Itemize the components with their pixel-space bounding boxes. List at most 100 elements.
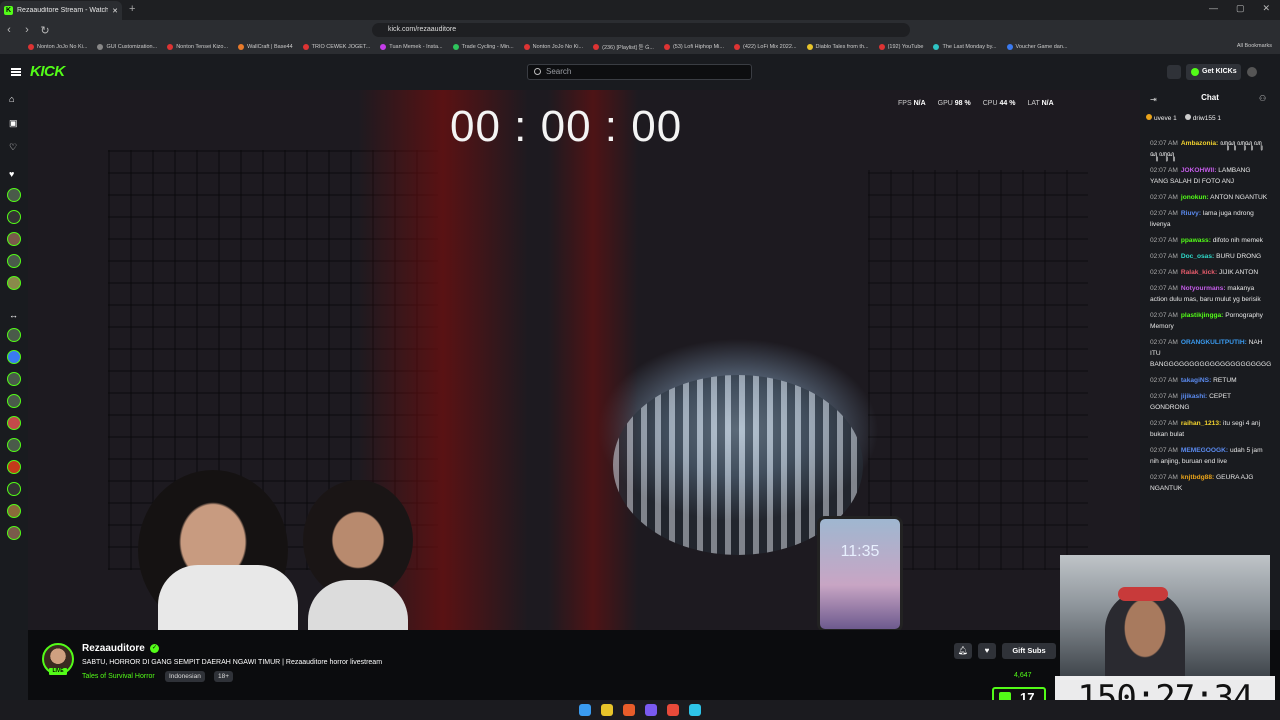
- follow-heart-icon[interactable]: ♥: [978, 643, 996, 659]
- followed-channel-avatar[interactable]: [7, 210, 21, 224]
- chat-users-icon[interactable]: ⚇: [1259, 94, 1266, 103]
- recommended-channel-avatar[interactable]: [7, 394, 21, 408]
- recommended-channel-avatar[interactable]: [7, 416, 21, 430]
- close-tab-icon[interactable]: ✕: [112, 7, 118, 15]
- bookmark-item[interactable]: (192) YouTube: [878, 44, 923, 50]
- start-icon[interactable]: [579, 704, 591, 716]
- tab-title: Rezaauditore Stream - Watch: [17, 7, 109, 14]
- chat-timestamp: 02:07 AM: [1150, 194, 1178, 201]
- bookmark-item[interactable]: Tuan Memek - Insta...: [380, 44, 443, 50]
- chat-timestamp: 02:07 AM: [1150, 167, 1178, 174]
- left-sidebar: ⌂ ▣ ♡ ♥ ↔: [0, 90, 28, 700]
- browse-icon[interactable]: ▣: [9, 118, 18, 129]
- maximize-icon[interactable]: ▢: [1236, 3, 1245, 14]
- bookmark-item[interactable]: TRIO CEWEK JOGET...: [302, 44, 370, 50]
- recommended-channel-avatar[interactable]: [7, 460, 21, 474]
- followed-channel-avatar[interactable]: [7, 276, 21, 290]
- discord-icon[interactable]: [645, 704, 657, 716]
- gifter-item[interactable]: driw155 1: [1184, 114, 1221, 122]
- chat-username[interactable]: JOKOHWII:: [1181, 167, 1217, 174]
- video-player[interactable]: 00 : 00 : 00 FPS N/A GPU 98 % CPU 44 % L…: [28, 90, 1140, 630]
- gift-subs-button[interactable]: Gift Subs: [1002, 643, 1056, 659]
- tag-age[interactable]: 18+: [214, 671, 234, 682]
- chat-username[interactable]: raihan_1213:: [1181, 420, 1221, 427]
- new-tab-icon[interactable]: +: [129, 3, 135, 15]
- notification-bell-icon[interactable]: 🔔︎: [954, 643, 972, 659]
- url-field[interactable]: kick.com/rezaauditore: [372, 23, 910, 37]
- recommended-channel-avatar[interactable]: [7, 350, 21, 364]
- recommended-channel-avatar[interactable]: [7, 328, 21, 342]
- chat-message: 02:07 AM Ambazonia: ꦲꦸꦱꦸ ꦲꦸꦱꦸ ꦲꦸꦱꦸ ꦲꦸꦱꦸ: [1150, 138, 1268, 160]
- bookmark-item[interactable]: GUI Customization...: [97, 44, 157, 50]
- chat-timestamp: 02:07 AM: [1150, 285, 1178, 292]
- recommended-channel-avatar[interactable]: [7, 372, 21, 386]
- bookmark-item[interactable]: (236) [Playlist] 듣 Ġ...: [593, 43, 654, 51]
- search-input[interactable]: Search: [527, 64, 752, 80]
- hamburger-menu-icon[interactable]: [11, 68, 21, 76]
- in-game-phone: 11:35: [817, 516, 903, 630]
- all-bookmarks-link[interactable]: All Bookmarks: [1237, 43, 1272, 49]
- chat-timestamp: 02:07 AM: [1150, 253, 1178, 260]
- chat-username[interactable]: Notyourmans:: [1181, 285, 1226, 292]
- followed-channel-avatar[interactable]: [7, 254, 21, 268]
- chat-username[interactable]: ppawass:: [1181, 237, 1211, 244]
- stream-category[interactable]: Tales of Survival Horror: [82, 673, 155, 680]
- chat-username[interactable]: jijikashi:: [1181, 393, 1207, 400]
- theater-mode-icon[interactable]: [1167, 65, 1181, 79]
- chat-timestamp: 02:07 AM: [1150, 377, 1178, 384]
- chrome-icon[interactable]: [667, 704, 679, 716]
- live-badge: LIVE: [49, 668, 67, 675]
- minimize-icon[interactable]: —: [1209, 3, 1218, 14]
- bookmark-item[interactable]: Voucher Game dan...: [1006, 44, 1067, 50]
- following-icon[interactable]: ♡: [9, 142, 17, 153]
- recommended-channel-avatar[interactable]: [7, 526, 21, 540]
- chat-message: 02:07 AM Ralak_kick: JIJIK ANTON: [1150, 267, 1268, 278]
- reload-icon[interactable]: ↻: [36, 24, 54, 37]
- recommended-channel-avatar[interactable]: [7, 482, 21, 496]
- file-explorer-icon[interactable]: [601, 704, 613, 716]
- stream-title: SABTU, HORROR DI GANG SEMPIT DAERAH NGAW…: [82, 659, 383, 666]
- game-scene-wall: [868, 170, 1088, 570]
- bookmark-item[interactable]: Diablo Tales from th...: [806, 44, 869, 50]
- tag-language[interactable]: Indonesian: [165, 671, 205, 682]
- home-icon[interactable]: ⌂: [9, 94, 14, 104]
- bookmark-item[interactable]: Nonton JoJo No Ki...: [28, 44, 87, 50]
- bookmark-item[interactable]: The Last Monday by...: [933, 44, 997, 50]
- bookmark-item[interactable]: Nonton JoJo No Ki...: [523, 44, 583, 50]
- chat-username[interactable]: knjtbdg88:: [1181, 474, 1214, 481]
- close-window-icon[interactable]: ✕: [1262, 3, 1270, 14]
- bookmark-item[interactable]: (53) Lofi Hiphop Mi...: [663, 44, 724, 50]
- bookmark-item[interactable]: (422) LoFi Mix 2022...: [734, 44, 797, 50]
- chat-username[interactable]: jonokun:: [1181, 194, 1209, 201]
- gifter-item[interactable]: uveve 1: [1146, 114, 1177, 122]
- bookmark-item[interactable]: Nonton Tensei Kizo...: [167, 44, 228, 50]
- chat-username[interactable]: Ambazonia:: [1181, 140, 1218, 147]
- followed-channel-avatar[interactable]: [7, 232, 21, 246]
- user-avatar[interactable]: [1247, 67, 1257, 77]
- chat-username[interactable]: Riuvy:: [1181, 210, 1201, 217]
- bookmark-item[interactable]: WallCraft | Base44: [238, 44, 293, 50]
- webcam-overlay: [1060, 555, 1270, 680]
- followed-channel-avatar[interactable]: [7, 188, 21, 202]
- back-icon[interactable]: ‹: [0, 24, 18, 36]
- forward-icon[interactable]: ›: [18, 24, 36, 36]
- recommended-channel-avatar[interactable]: [7, 504, 21, 518]
- kick-logo[interactable]: KICK: [30, 63, 65, 80]
- brave-icon[interactable]: [623, 704, 635, 716]
- chat-username[interactable]: plastikjingga:: [1181, 312, 1224, 319]
- bookmark-item[interactable]: Trade Cycling - Min...: [452, 44, 514, 50]
- streamer-name[interactable]: Rezaauditore: [82, 643, 145, 654]
- recommended-channel-avatar[interactable]: [7, 438, 21, 452]
- get-kicks-button[interactable]: Get KICKs: [1186, 64, 1241, 80]
- chat-username[interactable]: takagiNS:: [1181, 377, 1211, 384]
- os-taskbar: [0, 700, 1280, 720]
- chat-timestamp: 02:07 AM: [1150, 269, 1178, 276]
- chat-username[interactable]: Doc_osas:: [1181, 253, 1214, 260]
- edge-icon[interactable]: [689, 704, 701, 716]
- chat-username[interactable]: MEMEGOOGK:: [1181, 447, 1228, 454]
- chat-timestamp: 02:07 AM: [1150, 210, 1178, 217]
- chat-timestamp: 02:07 AM: [1150, 420, 1178, 427]
- chat-username[interactable]: ORANGKULITPUTIH:: [1181, 339, 1247, 346]
- chat-username[interactable]: Ralak_kick:: [1181, 269, 1217, 276]
- browser-tab[interactable]: K Rezaauditore Stream - Watch ✕: [0, 1, 122, 20]
